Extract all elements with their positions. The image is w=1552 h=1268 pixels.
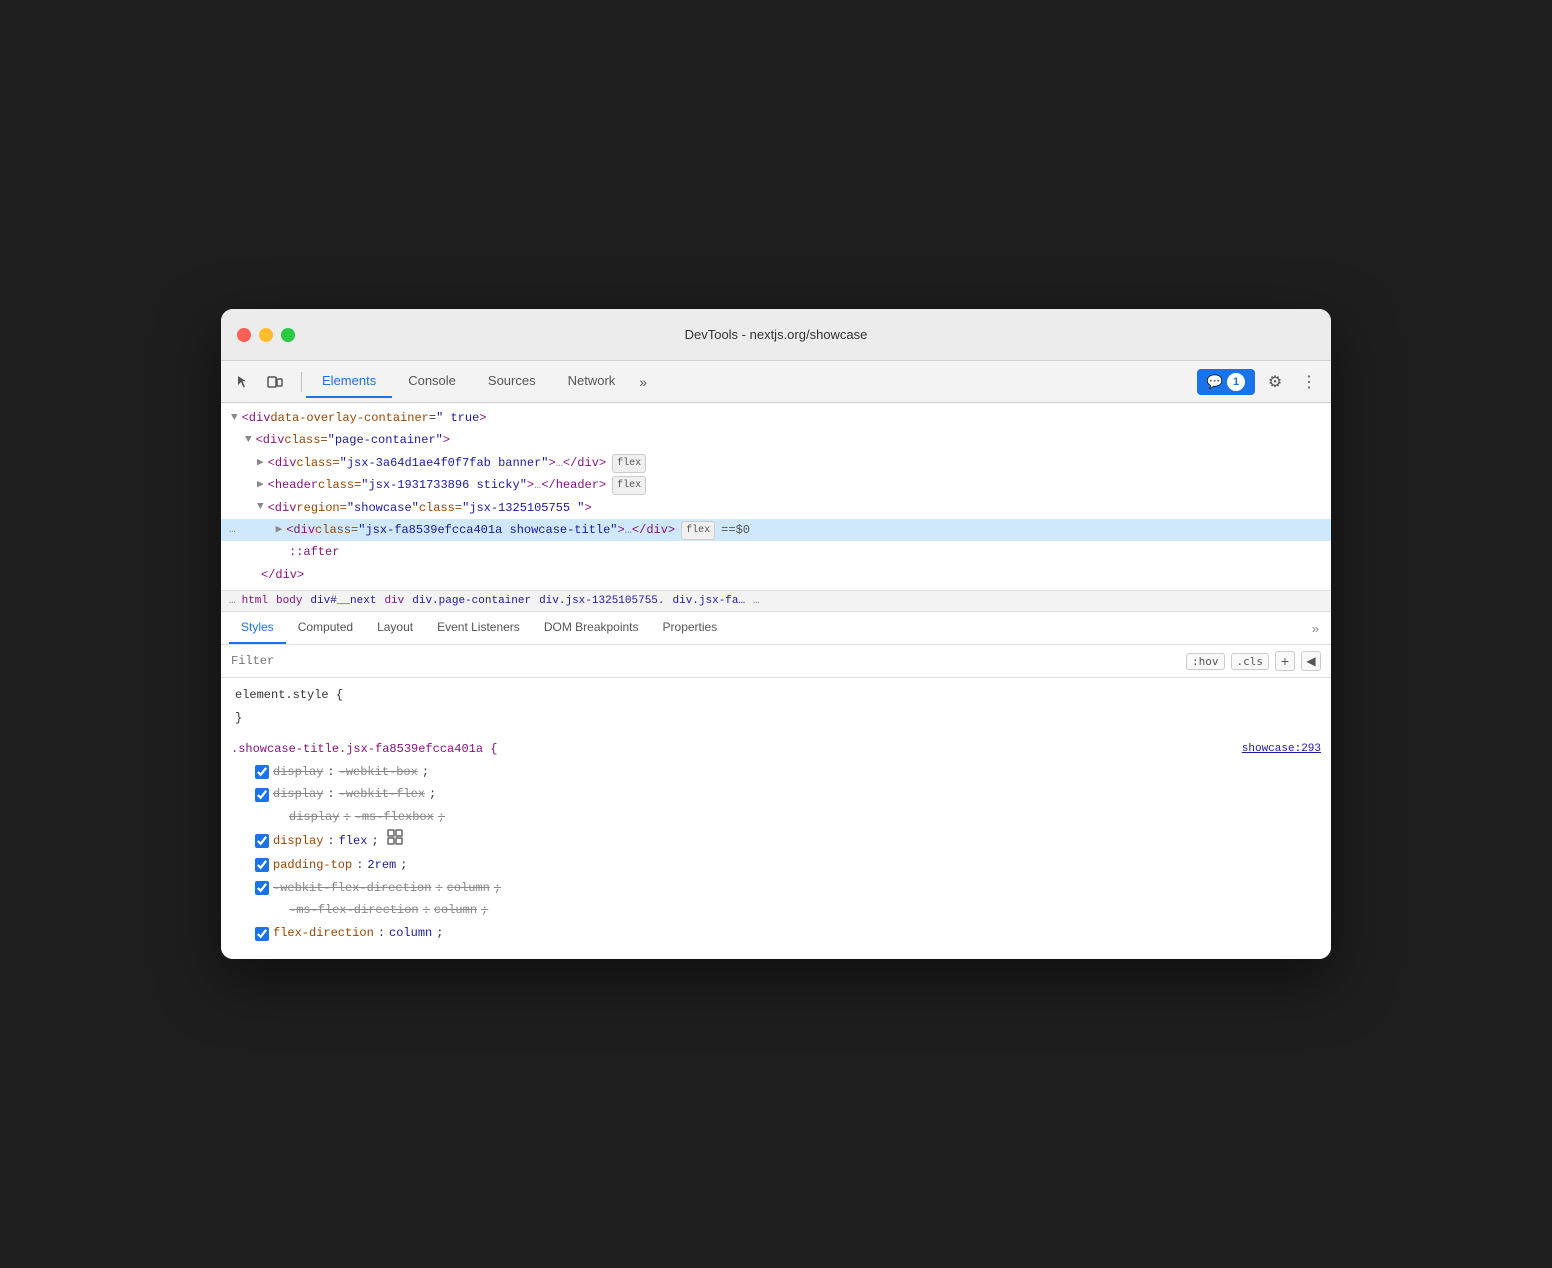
toolbar-more-tabs[interactable]: »	[631, 370, 655, 394]
flex-badge[interactable]: flex	[681, 521, 715, 540]
breadcrumb-html[interactable]: html	[242, 595, 268, 607]
filter-actions: :hov .cls + ◀	[1186, 651, 1321, 671]
toolbar-divider	[301, 372, 302, 392]
styles-tab-properties[interactable]: Properties	[651, 612, 730, 644]
dom-line[interactable]: ▼ <div data-overlay-container=" true >	[221, 407, 1331, 429]
css-checkbox[interactable]	[255, 765, 269, 779]
dom-panel: ▼ <div data-overlay-container=" true > ▼…	[221, 403, 1331, 590]
css-property-line: display : -webkit-flex ;	[231, 783, 1321, 806]
css-property-line: padding-top : 2rem ;	[231, 854, 1321, 877]
dom-line[interactable]: ▼ <div region="showcase" class="jsx-1325…	[221, 497, 1331, 519]
css-checkbox[interactable]	[255, 927, 269, 941]
devtools-toolbar: Elements Console Sources Network » 💬 1 ⚙…	[221, 361, 1331, 403]
breadcrumb-bar: … html body div#__next div div.page-cont…	[221, 590, 1331, 612]
toolbar-right: 💬 1 ⚙ ⋮	[1197, 368, 1323, 396]
window-title: DevTools - nextjs.org/showcase	[685, 327, 868, 342]
breadcrumb-jsx-1325[interactable]: div.jsx-1325105755.	[539, 595, 664, 607]
element-style-rule: element.style { }	[231, 684, 1321, 730]
css-selector[interactable]: .showcase-title.jsx-fa8539efcca401a {	[231, 738, 497, 761]
dom-line[interactable]: ::after	[221, 541, 1331, 563]
styles-tab-dom-breakpoints[interactable]: DOM Breakpoints	[532, 612, 651, 644]
flex-badge[interactable]: flex	[612, 476, 646, 495]
grid-icon[interactable]	[387, 829, 403, 854]
title-bar: DevTools - nextjs.org/showcase	[221, 309, 1331, 361]
devtools-window: DevTools - nextjs.org/showcase Elements …	[221, 309, 1331, 959]
traffic-lights	[237, 328, 295, 342]
css-property-line: -ms-flex-direction : column ;	[231, 899, 1321, 922]
dom-line[interactable]: ▶ <header class="jsx-1931733896 sticky">…	[221, 474, 1331, 496]
tab-network[interactable]: Network	[552, 365, 632, 398]
css-source-link[interactable]: showcase:293	[1242, 739, 1321, 760]
hov-filter-button[interactable]: :hov	[1186, 653, 1225, 670]
showcase-title-rule: .showcase-title.jsx-fa8539efcca401a { sh…	[231, 738, 1321, 945]
breadcrumb-overflow[interactable]: …	[753, 595, 760, 607]
css-rules: element.style { } .showcase-title.jsx-fa…	[221, 678, 1331, 959]
messages-count: 1	[1227, 373, 1245, 391]
breadcrumb-body[interactable]: body	[276, 595, 302, 607]
minimize-button[interactable]	[259, 328, 273, 342]
styles-tab-more[interactable]: »	[1308, 612, 1323, 644]
element-style-selector: element.style {	[231, 684, 1321, 707]
filter-bar: :hov .cls + ◀	[221, 645, 1331, 678]
css-property-line: display : -ms-flexbox ;	[231, 806, 1321, 829]
css-property-line: display : -webkit-box ;	[231, 761, 1321, 784]
css-checkbox[interactable]	[255, 834, 269, 848]
tab-elements[interactable]: Elements	[306, 365, 392, 398]
settings-button[interactable]: ⚙	[1261, 368, 1289, 396]
inspect-element-button[interactable]	[229, 368, 257, 396]
device-toggle-button[interactable]	[261, 368, 289, 396]
breadcrumb-more[interactable]: …	[229, 595, 236, 607]
cls-filter-button[interactable]: .cls	[1231, 653, 1270, 670]
element-style-closing: }	[231, 707, 1321, 730]
css-property-line: flex-direction : column ;	[231, 922, 1321, 945]
messages-button[interactable]: 💬 1	[1197, 369, 1255, 395]
styles-tab-event-listeners[interactable]: Event Listeners	[425, 612, 532, 644]
css-checkbox[interactable]	[255, 788, 269, 802]
css-checkbox[interactable]	[255, 858, 269, 872]
dom-line[interactable]: ▶ <div class="jsx-3a64d1ae4f0f7fab banne…	[221, 452, 1331, 474]
rule-selector-line: .showcase-title.jsx-fa8539efcca401a { sh…	[231, 738, 1321, 761]
more-options-button[interactable]: ⋮	[1295, 368, 1323, 396]
breadcrumb-next[interactable]: div#__next	[310, 595, 376, 607]
styles-tabs: Styles Computed Layout Event Listeners D…	[221, 612, 1331, 645]
css-checkbox[interactable]	[255, 881, 269, 895]
flex-badge[interactable]: flex	[612, 454, 646, 473]
styles-tab-layout[interactable]: Layout	[365, 612, 425, 644]
add-style-button[interactable]: +	[1275, 651, 1295, 671]
filter-input[interactable]	[231, 654, 1178, 668]
close-button[interactable]	[237, 328, 251, 342]
tab-sources[interactable]: Sources	[472, 365, 552, 398]
css-property-line: -webkit-flex-direction : column ;	[231, 877, 1321, 900]
messages-icon: 💬	[1207, 374, 1223, 390]
toolbar-tabs: Elements Console Sources Network »	[306, 365, 1197, 398]
breadcrumb-jsx-fa[interactable]: div.jsx-fa…	[673, 595, 746, 607]
toggle-panel-button[interactable]: ◀	[1301, 651, 1321, 671]
toolbar-icons	[229, 368, 289, 396]
dom-line[interactable]: ▼ <div class="page-container">	[221, 429, 1331, 451]
breadcrumb-div[interactable]: div	[384, 595, 404, 607]
styles-tab-computed[interactable]: Computed	[286, 612, 365, 644]
styles-tab-styles[interactable]: Styles	[229, 612, 286, 644]
css-property-line: display : flex ;	[231, 829, 1321, 854]
dom-line[interactable]: </div>	[221, 564, 1331, 586]
styles-panel: Styles Computed Layout Event Listeners D…	[221, 612, 1331, 959]
maximize-button[interactable]	[281, 328, 295, 342]
breadcrumb-page-container[interactable]: div.page-container	[412, 595, 531, 607]
dom-line-selected[interactable]: … ▶ <div class="jsx-fa8539efcca401a show…	[221, 519, 1331, 541]
tab-console[interactable]: Console	[392, 365, 472, 398]
